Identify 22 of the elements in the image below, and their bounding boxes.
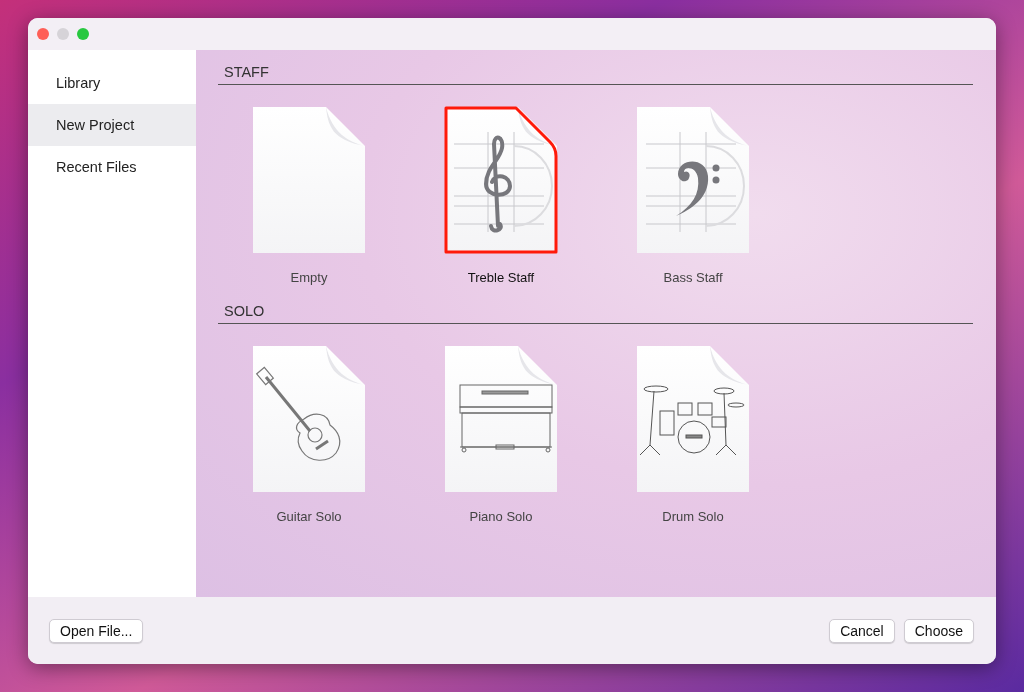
sidebar-item[interactable]: New Project <box>28 104 196 146</box>
template-label: Guitar Solo <box>276 509 342 524</box>
treble-clef-document-icon[interactable] <box>444 106 558 254</box>
template-label: Treble Staff <box>467 270 535 285</box>
dialog-button[interactable]: Choose <box>903 618 974 643</box>
section-heading: STAFF <box>218 64 973 85</box>
sidebar-item[interactable]: Recent Files <box>28 146 196 188</box>
bass-clef-document-icon[interactable] <box>636 106 750 254</box>
guitar-document-icon[interactable] <box>252 345 366 493</box>
template-label: Bass Staff <box>663 270 723 285</box>
section-heading: SOLO <box>218 303 973 324</box>
piano-document-icon[interactable] <box>444 345 558 493</box>
template-label: Piano Solo <box>469 509 533 524</box>
close-button[interactable] <box>37 28 49 40</box>
template-label: Empty <box>290 270 328 285</box>
zoom-button[interactable] <box>77 28 89 40</box>
blank-document-icon[interactable] <box>252 106 366 254</box>
dialog-button[interactable]: Cancel <box>829 618 895 643</box>
template-label: Drum Solo <box>662 509 724 524</box>
drum-kit-document-icon[interactable] <box>636 345 750 493</box>
open-file-button[interactable]: Open File... <box>49 618 144 643</box>
sidebar-item[interactable]: Library <box>28 62 196 104</box>
